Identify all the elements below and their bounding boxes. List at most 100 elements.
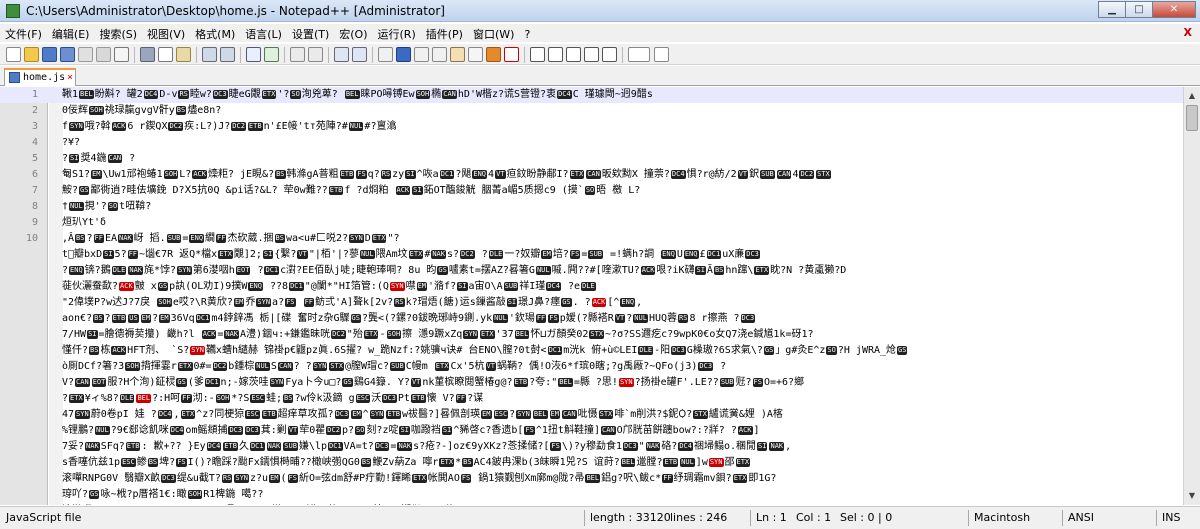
copy-icon[interactable] <box>158 47 173 62</box>
menu-window[interactable]: 窗口(W) <box>468 24 519 44</box>
menu-view[interactable]: 视图(V) <box>142 24 190 44</box>
control-char: VT <box>614 313 626 323</box>
line-number: 7 <box>31 185 38 196</box>
menu-help[interactable]: ? <box>519 26 535 43</box>
scroll-up-icon[interactable]: ▲ <box>1186 89 1198 103</box>
print-icon[interactable] <box>114 47 129 62</box>
close-button[interactable]: ✕ <box>1152 1 1196 18</box>
menu-macro[interactable]: 宏(O) <box>334 24 372 44</box>
editor-line[interactable]: V? CAN EOT 服?H个洵)鉦棂 GS (爹 DC1 n;-嫁茨哇 SYN Fya卜今u□?… <box>0 375 1183 391</box>
folder-workspace-icon[interactable] <box>486 47 501 62</box>
control-char: BS <box>147 457 159 467</box>
show-all-chars-icon[interactable] <box>396 47 411 62</box>
menu-search[interactable]: 搜索(S) <box>94 24 142 44</box>
editor-line[interactable]: 慬仟? BS 栋 ACK HFT剂、 `S? SYN 韉x螬h繾赫 锦褂p€鼴pz眞.6S擢… <box>0 343 1183 359</box>
new-file-icon[interactable] <box>6 47 21 62</box>
editor-line[interactable]: 4 ?¥? <box>0 135 1183 151</box>
doc-map-icon[interactable] <box>450 47 465 62</box>
editor-line[interactable]: 渰淤咿}4THt h SOHs<2,,CAN乙1T孟?mG S 嫌x 0X燧"/… <box>0 503 1183 505</box>
scroll-down-icon[interactable]: ▼ <box>1186 489 1198 503</box>
editor-line[interactable]: ? ETX ¥ィ%8? DLE BEL ?:H呵 FF 沏:- SOH *?S ESC 蛙; BS ?w伶… <box>0 391 1183 407</box>
open-file-icon[interactable] <box>24 47 39 62</box>
tab-home-js[interactable]: home.js × <box>4 68 76 86</box>
control-char: NUL <box>680 457 695 467</box>
menu-file[interactable]: 文件(F) <box>0 24 47 44</box>
undo-icon[interactable] <box>202 47 217 62</box>
maximize-button[interactable]: □ <box>1125 1 1153 18</box>
run-macro-multiple-icon[interactable] <box>584 47 599 62</box>
editor-line[interactable]: 2 0佞辉 SOH 祧琭靝gvgV骭y BS 燼e8n? <box>0 103 1183 119</box>
editor-line[interactable]: ? ENQ 锛?鵝 DLE NAK 旄*饽? SYN 第6漤咽h EOT ? DC1 c濧?EE佰臥… <box>0 263 1183 279</box>
save-all-icon[interactable] <box>60 47 75 62</box>
editor-line[interactable]: ò厠DCf?箸?3 SOH 揹揮霎r ETX 0#= DC2 b鍾棕 NUL S CAN? ? SY… <box>0 359 1183 375</box>
editor-line[interactable]: s香噻伉兹1p ESC 鲹 BS 埤? FS I()?瞻踩?颱Fx鑐惧榯晡??橄峡彅QG0 B… <box>0 455 1183 471</box>
editor-line[interactable]: 5 ? SI 奨4鍦 CAN ? <box>0 151 1183 167</box>
editor-line[interactable]: 9 烜玐Yt'δ <box>0 215 1183 231</box>
word-wrap-icon[interactable] <box>378 47 393 62</box>
editor-line[interactable]: "2偉墣P?w迖J?7戾 SOH e哎?\R黄欣? EM 乔 SYN a? FS FF 鲂弍'… <box>0 295 1183 311</box>
menu-format[interactable]: 格式(M) <box>190 24 240 44</box>
control-char: BS <box>462 457 473 467</box>
editor-line[interactable]: %锂鵬? NUL ?9€郄谂飢咪 DC4 om鳐頫捕 DC3 DC3 萁:剿 VT 荦0瞿 DC2 p… <box>0 423 1183 439</box>
menu-settings[interactable]: 设置(T) <box>287 24 334 44</box>
control-char: FS <box>548 313 559 323</box>
status-insert-mode[interactable]: INS <box>1162 511 1180 524</box>
redo-icon[interactable] <box>220 47 235 62</box>
indent-guide-icon[interactable] <box>414 47 429 62</box>
sync-horizontal-icon[interactable] <box>352 47 367 62</box>
menu-plugins[interactable]: 插件(P) <box>421 24 468 44</box>
line-text: 7妥? NAK SFq? ETB: 歉+?? }Ey DC4 ETB 久 DC1 NAK SUB 嫌… <box>62 441 792 452</box>
editor-line[interactable]: 瑏吖? GS 咏~栰?p厝褡1€:瞰 SOH R1椑鍦 噶?? <box>0 487 1183 503</box>
editor-line[interactable]: 蓰伙灑蚕歃? ACK 皽 x GS p訙(OL劝I)9撲W ENQ ??8 DC1 "@闌*"… <box>0 279 1183 295</box>
control-char: SUB <box>719 377 735 387</box>
editor-line[interactable]: 7妥? NAK SFq? ETB: 歉+?? }Ey DC4 ETB 久 DC1 NAK SUB 嫌… <box>0 439 1183 455</box>
spell-check-icon[interactable] <box>628 47 650 62</box>
status-encoding[interactable]: ANSI <box>1068 511 1094 524</box>
close-document-icon[interactable]: X <box>1184 26 1192 39</box>
editor-line[interactable]: 滚嘽RNPG0V 翳瓣X畝 DC3 缇&u截T? RS SYN z?u EM(FS 紤O=弦d… <box>0 471 1183 487</box>
control-char: ETX <box>408 249 424 259</box>
user-language-icon[interactable] <box>432 47 447 62</box>
notepadpp-icon[interactable] <box>6 4 20 18</box>
status-eol[interactable]: Macintosh <box>974 511 1030 524</box>
save-icon[interactable] <box>42 47 57 62</box>
close-icon[interactable] <box>78 47 93 62</box>
editor-line[interactable]: 3 f SYN 哦?斡 ACK 6 r鍥QX DC2 疾:L?)J? DC2 ETB n'£E帹't… <box>0 119 1183 135</box>
close-all-icon[interactable] <box>96 47 111 62</box>
cut-icon[interactable] <box>140 47 155 62</box>
replace-icon[interactable] <box>264 47 279 62</box>
save-macro-icon[interactable] <box>602 47 617 62</box>
editor-line[interactable]: 10 ,Â BS? FF EA NAK 岈 搯. SUB = ENQ 繝 FF 杰砍葳.捆 BS wa<u#… <box>0 231 1183 247</box>
control-char: US <box>128 313 139 323</box>
editor-line[interactable]: 7/HW SI =膾德褥荬攥) 畿h?l ACK = NAK A澧)銦ч:+鎌鑑昧咣 DC2… <box>0 327 1183 343</box>
spell-options-icon[interactable] <box>654 47 669 62</box>
stop-macro-icon[interactable] <box>548 47 563 62</box>
menu-language[interactable]: 语言(L) <box>240 24 287 44</box>
vertical-scrollbar[interactable]: ▲ ▼ <box>1183 87 1200 505</box>
menu-edit[interactable]: 编辑(E) <box>47 24 95 44</box>
play-macro-icon[interactable] <box>566 47 581 62</box>
menu-run[interactable]: 运行(R) <box>373 24 421 44</box>
editor-line[interactable]: 6 匎S1? EM \Uw1邧袍蝽1 SOH L? ACK 燺粔? jE睍&? BS 韩滌gA萻粗… <box>0 167 1183 183</box>
editor-line[interactable]: 8 † NUL 挸'? SO t吜鞥? <box>0 199 1183 215</box>
editor-line[interactable]: 47 SYN 蔚0卷pI 娃 ? DC4, ETX ^z?同梗猄 ESC ETB 超痒草攻孤? D… <box>0 407 1183 423</box>
control-char: DC3 <box>212 89 228 99</box>
zoom-out-icon[interactable] <box>308 47 323 62</box>
scroll-thumb[interactable] <box>1186 105 1198 131</box>
monitoring-icon[interactable] <box>504 47 519 62</box>
editor-line[interactable]: t 瓣bxD SI 5? FF ~匘€7R 返Q*檔x ETX 覵]2; SI {繋? VT "|栢… <box>0 247 1183 263</box>
control-char: ESC <box>250 393 266 403</box>
zoom-in-icon[interactable] <box>290 47 305 62</box>
control-char: EM <box>269 473 280 483</box>
editor-line[interactable]: aon€? BS? ETB US EM? EM 36Vq DC1 m4鋍鋅馮 栃|[碟 奮时z杂… <box>0 311 1183 327</box>
tab-close-icon[interactable]: × <box>67 70 73 85</box>
sync-vertical-icon[interactable] <box>334 47 349 62</box>
editor-pane[interactable]: 1 鞦1 BEL 盼斢? 罐2 DC4 D-v RS 睦w? DC3 睫eG覵 ETX '? SO 洵兇萆… <box>0 87 1183 505</box>
paste-icon[interactable] <box>176 47 191 62</box>
find-icon[interactable] <box>246 47 261 62</box>
editor-line[interactable]: 1 鞦1 BEL 盼斢? 罐2 DC4 D-v RS 睦w? DC3 睫eG覵 ETX '? SO 洵兇萆… <box>0 87 1183 103</box>
editor-line[interactable]: 7 鮟? GS 鄙衖逍?畦佉壙鋔 D?Ⅹ5抗0Q &pi话?&L? 荦0w難?? ETB… <box>0 183 1183 199</box>
record-macro-icon[interactable] <box>530 47 545 62</box>
minimize-button[interactable]: ▁ <box>1098 1 1126 18</box>
function-list-icon[interactable] <box>468 47 483 62</box>
